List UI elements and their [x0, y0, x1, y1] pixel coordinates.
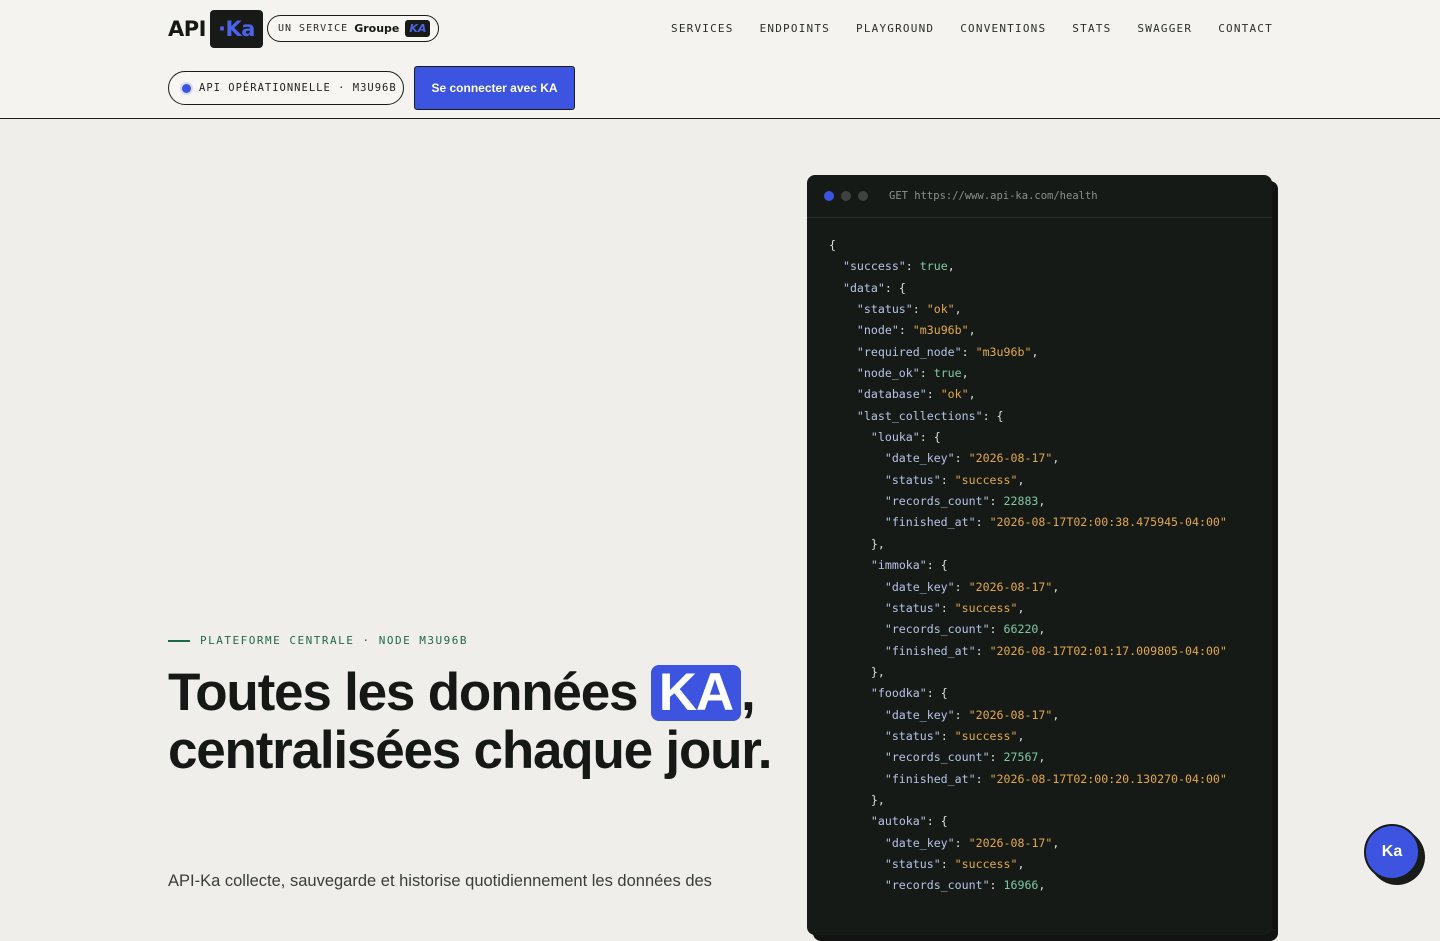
window-dot-icon — [858, 191, 868, 201]
json-node-ok: true — [933, 366, 962, 381]
json-records-count: 16966 — [1003, 878, 1039, 893]
nav-services[interactable]: SERVICES — [671, 22, 734, 35]
json-collection-status: "success" — [954, 472, 1018, 487]
logo-api-text: API — [168, 17, 206, 41]
json-collection-name: immoka — [877, 558, 920, 573]
nav-conventions[interactable]: CONVENTIONS — [960, 22, 1046, 35]
json-collection-status: "success" — [954, 856, 1018, 871]
json-date-key: "2026-08-17" — [968, 579, 1053, 594]
json-status: "ok" — [926, 302, 955, 317]
service-badge[interactable]: UN SERVICE Groupe KA — [267, 15, 440, 42]
eyebrow-text: PLATEFORME CENTRALE · NODE M3U96B — [200, 634, 469, 647]
nav-contact[interactable]: CONTACT — [1218, 22, 1273, 35]
nav-swagger[interactable]: SWAGGER — [1137, 22, 1192, 35]
nav-endpoints[interactable]: ENDPOINTS — [760, 22, 830, 35]
window-dot-icon — [841, 191, 851, 201]
json-records-count: 22883 — [1003, 494, 1039, 509]
json-date-key: "2026-08-17" — [968, 835, 1053, 850]
json-collection-status: "success" — [954, 600, 1018, 615]
json-database: "ok" — [940, 387, 969, 402]
json-collection-name: louka — [877, 430, 913, 445]
service-label: UN SERVICE — [278, 23, 349, 34]
json-finished-at: "2026-08-17T02:01:17.009805-04:00" — [989, 643, 1227, 658]
api-status-badge: API OPÉRATIONNELLE · M3U96B — [168, 71, 404, 105]
api-status-text: API OPÉRATIONNELLE · M3U96B — [199, 82, 397, 94]
hero-title: Toutes les données KA, centralisées chaq… — [168, 664, 778, 780]
window-dot-icon — [824, 191, 834, 201]
json-date-key: "2026-08-17" — [968, 451, 1053, 466]
site-header: API ·Ka UN SERVICE Groupe KA SERVICES EN… — [0, 0, 1440, 119]
connect-ka-button[interactable]: Se connecter avec KA — [414, 66, 575, 110]
json-node: "m3u96b" — [912, 323, 969, 338]
hero-eyebrow: PLATEFORME CENTRALE · NODE M3U96B — [168, 634, 468, 647]
json-collection-name: autoka — [877, 814, 920, 829]
service-brand-badge: KA — [405, 20, 431, 37]
json-collection-status: "success" — [954, 728, 1018, 743]
json-finished-at: "2026-08-17T02:00:38.475945-04:00" — [989, 515, 1227, 530]
request-url: GET https://www.api-ka.com/health — [889, 190, 1098, 202]
service-brand: Groupe — [354, 22, 400, 35]
json-finished-at: "2026-08-17T02:00:20.130270-04:00" — [989, 771, 1227, 786]
nav-playground[interactable]: PLAYGROUND — [856, 22, 934, 35]
json-records-count: 27567 — [1003, 750, 1039, 765]
eyebrow-line — [168, 639, 190, 642]
json-required-node: "m3u96b" — [975, 344, 1032, 359]
code-topbar: GET https://www.api-ka.com/health — [807, 175, 1272, 218]
json-records-count: 66220 — [1003, 622, 1039, 637]
logo[interactable]: API ·Ka — [168, 10, 263, 48]
json-response: { "success": true, "data": { "status": "… — [829, 238, 1227, 893]
hero-description: API-Ka collecte, sauvegarde et historise… — [168, 872, 712, 890]
json-collection-name: foodka — [877, 686, 920, 701]
nav-stats[interactable]: STATS — [1072, 22, 1111, 35]
code-panel: GET https://www.api-ka.com/health { "suc… — [807, 175, 1272, 935]
main-nav: SERVICES ENDPOINTS PLAYGROUND CONVENTION… — [671, 22, 1273, 35]
floating-ka-button[interactable]: Ka — [1364, 824, 1420, 880]
logo-ka-badge: ·Ka — [209, 10, 263, 48]
hero-title-part1: Toutes les données — [168, 663, 651, 722]
json-success: true — [919, 259, 948, 274]
status-dot-icon — [182, 83, 191, 93]
hero-title-highlight: KA — [650, 665, 741, 721]
json-date-key: "2026-08-17" — [968, 707, 1053, 722]
